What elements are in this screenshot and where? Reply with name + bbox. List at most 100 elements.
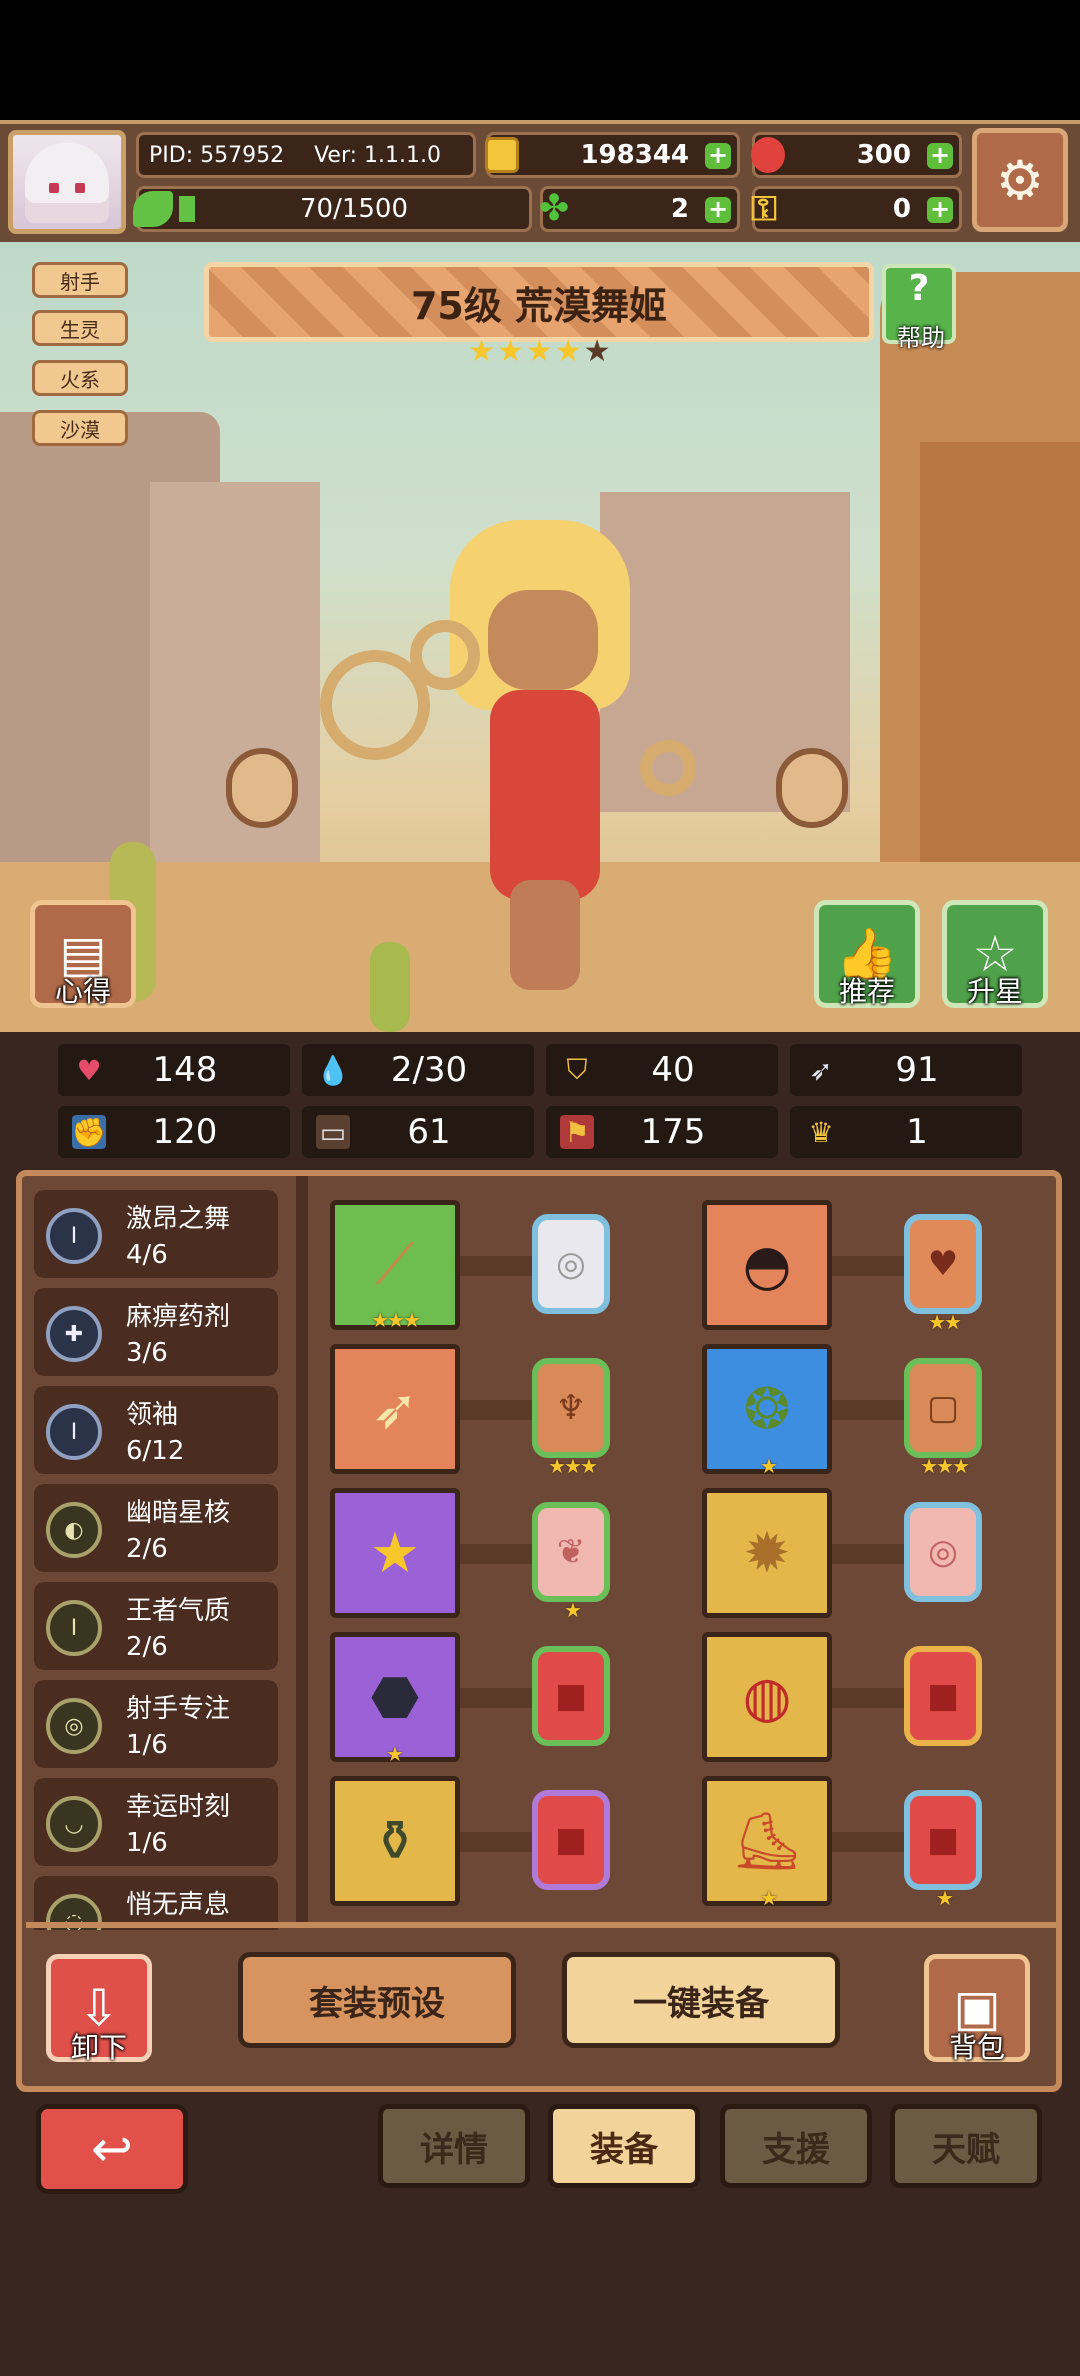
water-drop-icon: 💧 [315,1053,351,1087]
heart-icon: ♥ [76,1053,102,1087]
character-star-rating: ★ ★ ★ ★ ★ [468,334,611,369]
rune-slot-orange[interactable]: ▢ [904,1358,982,1458]
heart-rune-icon: ♥ [927,1244,959,1284]
tag-creature: 生灵 [32,310,128,346]
red-rune-icon: ■ [926,1820,960,1860]
upgrade-star-label: 升星 [966,975,1023,1008]
rune-slot-white[interactable]: ◎ [532,1214,610,1314]
set-item[interactable]: ✚ 麻痹药剂 3/6 [34,1288,278,1376]
golden-ring [640,740,696,796]
fist-icon: ✊ [71,1115,107,1149]
set-item[interactable]: ◡ 幸运时刻 1/6 [34,1778,278,1866]
rune-slot-red[interactable]: ■ [904,1790,982,1890]
tab-equipment[interactable]: 装备 [548,2104,700,2188]
rune-slot-red[interactable]: ■ [532,1790,610,1890]
flag-icon: ⚑ [560,1115,594,1149]
key-icon: ⚿ [751,189,777,229]
rune-slot-pink[interactable]: ❦ [532,1502,610,1602]
set-item[interactable]: Ⅰ 激昂之舞 4/6 [34,1190,278,1278]
tab-details[interactable]: 详情 [378,2104,530,2188]
key-counter: ⚿ 0 + [751,186,962,232]
equip-slot-ring[interactable]: ✹ [702,1488,832,1618]
panel-divider [296,1176,308,1928]
stat-health: ♥ 148 [58,1044,290,1096]
panel-separator [26,1922,1056,1928]
tab-talent[interactable]: 天赋 [890,2104,1042,2188]
character-sprite[interactable] [440,520,650,990]
equip-slot-potion[interactable]: ⚱ [330,1776,460,1906]
set-emblem-icon: ✚ [46,1306,102,1362]
red-rune-icon: ■ [554,1820,588,1860]
equip-slot-arrow[interactable]: ➶ [330,1344,460,1474]
stat-speed: ➶ 91 [790,1044,1022,1096]
energy-bar: 70/1500 [133,186,532,232]
key-amount: 0 [892,194,911,224]
set-emblem-icon: ◡ [46,1796,102,1852]
book-icon: ▭ [316,1115,350,1149]
cactus [370,942,410,1032]
red-belt-icon: ◍ [742,1664,792,1730]
equip-slot-necklace[interactable]: ★ [330,1488,460,1618]
recommend-label: 推荐 [838,975,895,1008]
auto-equip-button[interactable]: 一键装备 [562,1952,840,2048]
slot-stars: ★ [936,1886,954,1910]
star-icon: ★ [496,334,524,369]
equip-slot-belt[interactable]: ◍ [702,1632,832,1762]
settings-gear-icon[interactable]: ⚙ [972,128,1068,232]
orbiting-shield-icon [776,748,848,828]
staff-icon: ⟋ [375,1232,415,1297]
shield-icon: ⛉ [566,1053,588,1086]
back-button[interactable]: ↩ [36,2104,188,2194]
slot-stars: ★ [760,1454,778,1478]
rune-slot-red[interactable]: ■ [532,1646,610,1746]
unequip-label: 卸下 [70,2031,127,2064]
star-icon: ★ [468,334,495,369]
swirl-rune-icon: ◎ [928,1532,958,1572]
star-empty-icon: ★ [583,334,611,369]
clover-counter: ✤ 2 + [539,186,740,232]
add-keys-button[interactable]: + [927,197,953,223]
gear-ring-icon: ✹ [743,1520,791,1586]
tab-support[interactable]: 支援 [720,2104,872,2188]
star-pendant-icon: ★ [369,1520,421,1586]
player-avatar[interactable] [8,130,126,234]
tag-fire: 火系 [32,360,128,396]
stat-rank: ⚑ 175 [546,1106,778,1158]
arrow-icon: ➶ [371,1376,419,1442]
feather-rune-icon: ♆ [555,1388,587,1428]
star-icon: ★ [525,334,553,369]
add-clovers-button[interactable]: + [705,197,731,223]
slot-stars: ★ [760,1886,778,1910]
gem-counter: 300 + [751,132,962,178]
red-rune-icon: ■ [926,1676,960,1716]
set-emblem-icon: Ⅰ [46,1600,102,1656]
coin-icon [485,137,519,173]
slot-stars: ★★★ [371,1308,421,1332]
set-item[interactable]: Ⅰ 王者气质 2/6 [34,1582,278,1670]
set-emblem-icon: ◎ [46,1698,102,1754]
rune-slot-orange[interactable]: ♥ [904,1214,982,1314]
clover-amount: 2 [670,194,689,224]
rune-slot-pink[interactable]: ◎ [904,1502,982,1602]
star-icon: ★ [554,334,582,369]
rune-slot-orange[interactable]: ♆ [532,1358,610,1458]
add-coins-button[interactable]: + [705,143,731,169]
preset-button[interactable]: 套装预设 [238,1952,516,2048]
equip-slot-helmet[interactable]: ◓ [702,1200,832,1330]
rune-slot-red[interactable]: ■ [904,1646,982,1746]
stat-mana: 💧 2/30 [302,1044,534,1096]
energy-fill [179,196,195,222]
leaf-rune-icon: ❦ [556,1532,586,1572]
status-bar-area [0,0,1080,120]
set-item[interactable]: Ⅰ 领袖 6/12 [34,1386,278,1474]
gem-amount: 300 [856,140,911,170]
set-bonus-list[interactable]: Ⅰ 激昂之舞 4/6 ✚ 麻痹药剂 3/6 Ⅰ 领袖 6/12 ◐ 幽暗星核 2… [34,1190,296,1930]
coin-amount: 198344 [580,140,689,170]
set-item[interactable]: ◐ 幽暗星核 2/6 [34,1484,278,1572]
set-emblem-icon: ◐ [46,1502,102,1558]
set-item[interactable]: ◎ 射手专注 1/6 [34,1680,278,1768]
red-rune-icon: ■ [554,1676,588,1716]
add-gems-button[interactable]: + [927,143,953,169]
question-mark-icon: ? [908,268,930,309]
return-arrow-icon: ↩ [91,2120,133,2178]
